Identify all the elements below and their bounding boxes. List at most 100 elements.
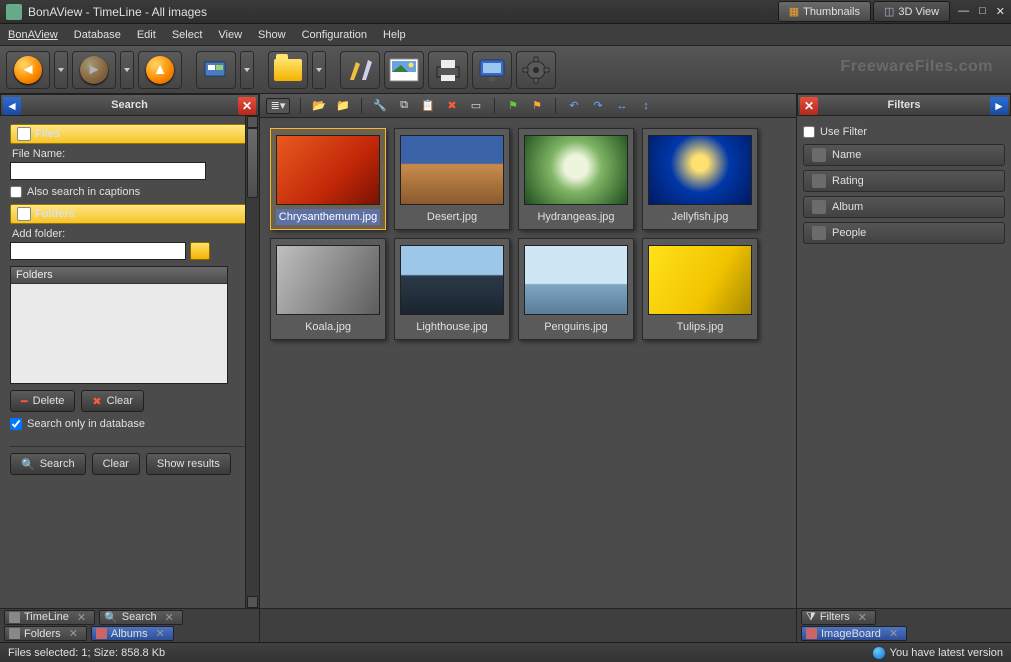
thumbnail-item[interactable]: Tulips.jpg	[642, 238, 758, 340]
clear-button-2[interactable]: Clear	[92, 453, 140, 475]
file-name-input[interactable]	[10, 162, 206, 180]
filter-row[interactable]: Album	[803, 196, 1005, 218]
collapse-left-button[interactable]: ◄	[3, 97, 21, 115]
use-filter-checkbox[interactable]: Use Filter	[803, 126, 1005, 138]
scrollbar[interactable]	[245, 116, 259, 608]
tab-3d-view[interactable]: ◫ 3D View	[873, 1, 950, 22]
show-results-button[interactable]: Show results	[146, 453, 231, 475]
menu-database[interactable]: Database	[74, 29, 121, 41]
tab-thumbnails[interactable]: ▦ Thumbnails	[778, 1, 871, 22]
monitor-button[interactable]	[472, 51, 512, 89]
files-section[interactable]: Files	[10, 124, 249, 144]
bottom-tab-timeline[interactable]: TimeLine✕	[4, 610, 95, 625]
close-icon[interactable]: ✕	[858, 611, 867, 624]
folders-section[interactable]: Folders	[10, 204, 249, 224]
search-only-db-checkbox[interactable]: Search only in database	[10, 418, 257, 430]
menu-view[interactable]: View	[218, 29, 242, 41]
back-button[interactable]: ◄	[6, 51, 50, 89]
view-mode-button[interactable]: ≣▾	[266, 98, 290, 114]
files-icon	[17, 127, 31, 141]
tag-green-icon[interactable]: ⚑	[505, 98, 521, 114]
delete-icon[interactable]: ✖	[444, 98, 460, 114]
albums-icon	[96, 628, 107, 639]
thumbnail-item[interactable]: Koala.jpg	[270, 238, 386, 340]
forward-button[interactable]: ►	[72, 51, 116, 89]
content-toolbar: ≣▾ 📂 📁 🔧 ⧉ 📋 ✖ ▭ ⚑ ⚑ ↶ ↷ ↔ ↕	[260, 94, 796, 118]
also-captions-checkbox[interactable]: Also search in captions	[10, 186, 257, 198]
bottom-tab-filters[interactable]: ⧩Filters✕	[801, 610, 876, 625]
copy-icon[interactable]: ⧉	[396, 98, 412, 114]
filter-row-icon	[812, 174, 826, 188]
thumbnail-item[interactable]: Desert.jpg	[394, 128, 510, 230]
undo-icon[interactable]: ↶	[566, 98, 582, 114]
status-left: Files selected: 1; Size: 858.8 Kb	[8, 647, 165, 659]
close-icon[interactable]: ✕	[69, 627, 78, 640]
bottom-tab-folders[interactable]: Folders✕	[4, 626, 87, 641]
status-right: You have latest version	[890, 647, 1003, 659]
menu-edit[interactable]: Edit	[137, 29, 156, 41]
thumbnail-item[interactable]: Hydrangeas.jpg	[518, 128, 634, 230]
menu-select[interactable]: Select	[172, 29, 203, 41]
close-icon[interactable]: ✕	[77, 611, 86, 624]
files-section-label: Files	[35, 128, 60, 140]
imageboard-icon	[806, 628, 817, 639]
print-button[interactable]	[428, 51, 468, 89]
thumbnail-item[interactable]: Penguins.jpg	[518, 238, 634, 340]
status-indicator-icon	[873, 647, 885, 659]
add-folder-label: Add folder:	[12, 228, 257, 240]
close-filters-button[interactable]: ✕	[800, 97, 818, 115]
folder-dropdown[interactable]	[312, 51, 326, 89]
menu-configuration[interactable]: Configuration	[302, 29, 367, 41]
filter-row[interactable]: Name	[803, 144, 1005, 166]
filter-row[interactable]: Rating	[803, 170, 1005, 192]
menu-app[interactable]: BonAView	[8, 29, 58, 41]
expand-v-icon[interactable]: ↕	[638, 98, 654, 114]
edit-tools-button[interactable]	[340, 51, 380, 89]
folder-button[interactable]	[268, 51, 308, 89]
bottom-tab-albums[interactable]: Albums✕	[91, 626, 174, 641]
image-button[interactable]	[384, 51, 424, 89]
folder-icon[interactable]: 📁	[335, 98, 351, 114]
paste-icon[interactable]: 📋	[420, 98, 436, 114]
delete-button[interactable]: ━Delete	[10, 390, 75, 412]
search-button[interactable]: 🔍Search	[10, 453, 86, 475]
thumbnail-item[interactable]: Lighthouse.jpg	[394, 238, 510, 340]
rename-icon[interactable]: ▭	[468, 98, 484, 114]
import-dropdown[interactable]	[240, 51, 254, 89]
add-folder-input[interactable]	[10, 242, 186, 260]
import-button[interactable]	[196, 51, 236, 89]
close-panel-button[interactable]: ✕	[238, 97, 256, 115]
bottom-tab-search[interactable]: 🔍Search✕	[99, 610, 183, 625]
gear-button[interactable]	[516, 51, 556, 89]
bottom-tab-imageboard[interactable]: ImageBoard✕	[801, 626, 907, 641]
close-button[interactable]: ✕	[996, 5, 1005, 18]
filter-row[interactable]: People	[803, 222, 1005, 244]
close-icon[interactable]: ✕	[165, 611, 174, 624]
maximize-button[interactable]: □	[979, 5, 986, 18]
menu-help[interactable]: Help	[383, 29, 406, 41]
expand-h-icon[interactable]: ↔	[614, 98, 630, 114]
thumbnail-item[interactable]: Chrysanthemum.jpg	[270, 128, 386, 230]
menu-show[interactable]: Show	[258, 29, 286, 41]
back-dropdown[interactable]	[54, 51, 68, 89]
redo-icon[interactable]: ↷	[590, 98, 606, 114]
folders-list[interactable]: Folders	[10, 266, 228, 384]
close-icon[interactable]: ✕	[889, 627, 898, 640]
forward-dropdown[interactable]	[120, 51, 134, 89]
folders-section-label: Folders	[35, 208, 75, 220]
up-button[interactable]: ▲	[138, 51, 182, 89]
thumbnail-item[interactable]: Jellyfish.jpg	[642, 128, 758, 230]
search-icon: 🔍	[21, 458, 35, 471]
wrench-icon[interactable]: 🔧	[372, 98, 388, 114]
clear-button-label: Clear	[107, 395, 133, 407]
close-icon[interactable]: ✕	[156, 627, 165, 640]
collapse-right-button[interactable]: ►	[990, 97, 1008, 115]
clear-button[interactable]: ✖Clear	[81, 390, 144, 412]
watermark: FreewareFiles.com	[840, 58, 993, 76]
thumbnail-caption: Hydrangeas.jpg	[524, 209, 628, 225]
thumbnail-caption: Desert.jpg	[400, 209, 504, 225]
browse-folder-button[interactable]	[190, 242, 210, 260]
tag-orange-icon[interactable]: ⚑	[529, 98, 545, 114]
open-icon[interactable]: 📂	[311, 98, 327, 114]
minimize-button[interactable]: —	[958, 5, 969, 18]
